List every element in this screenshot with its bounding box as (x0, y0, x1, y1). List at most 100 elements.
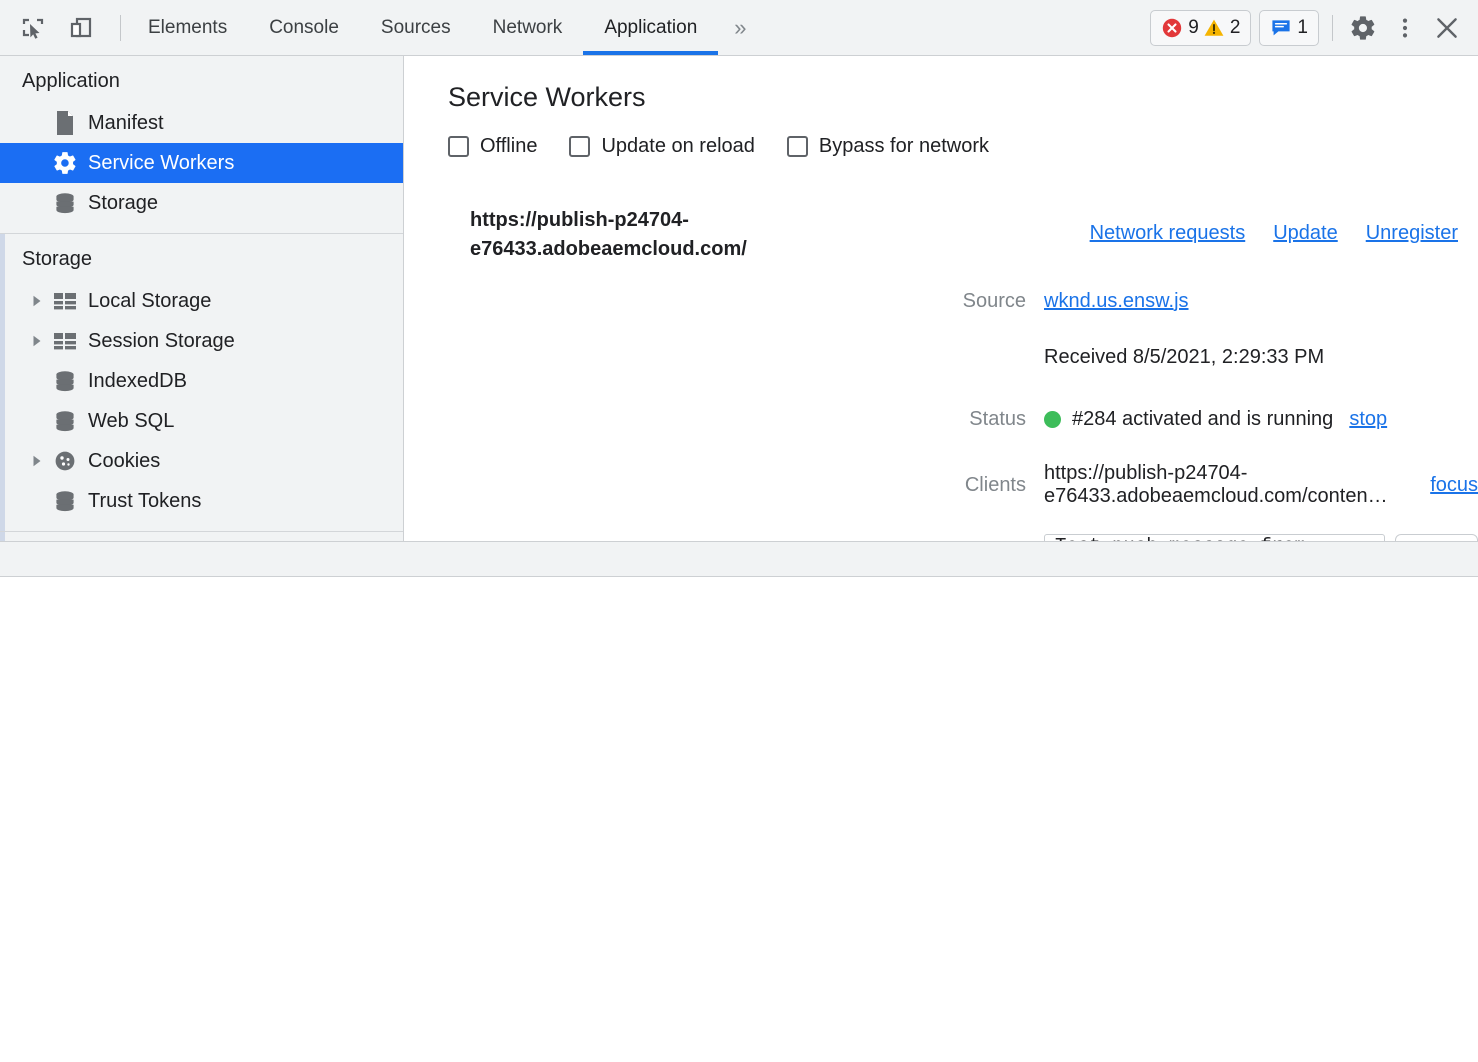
network-requests-link[interactable]: Network requests (1090, 222, 1246, 245)
devtools-toolbar: Elements Console Sources Network Applica… (0, 0, 1478, 56)
push-row: Push Test push message from DevTools. Pu… (404, 534, 1478, 541)
table-icon (50, 290, 80, 312)
twisty-icon[interactable] (30, 294, 50, 308)
error-count: 9 (1188, 17, 1199, 39)
tab-network[interactable]: Network (472, 0, 584, 55)
source-file-link[interactable]: wknd.us.ensw.js (1044, 290, 1189, 313)
inspect-element-button[interactable] (16, 11, 50, 45)
sidebar-item-label: Web SQL (88, 411, 174, 431)
sidebar-item-manifest[interactable]: Manifest (0, 103, 403, 143)
sidebar-item-label: Local Storage (88, 291, 211, 311)
kebab-menu-icon (1392, 15, 1418, 41)
received-row: Received 8/5/2021, 2:29:33 PM (404, 340, 1478, 374)
status-text: #284 activated and is running (1072, 408, 1333, 431)
sidebar-group-cache: Cache Cache Storage Application Cache (0, 532, 403, 541)
gear-icon (50, 150, 80, 176)
registration-header-row: https://publish-p24704-e76433.adobeaemcl… (404, 206, 1478, 264)
sidebar-item-label: Trust Tokens (88, 491, 201, 511)
sidebar-group-application: Application Manifest Service Workers (0, 56, 403, 234)
update-on-reload-checkbox-row[interactable]: Update on reload (569, 135, 754, 158)
source-row: Source wknd.us.ensw.js (404, 284, 1478, 318)
sidebar-group-storage: Storage Local Storage Session Storage (0, 234, 403, 532)
update-on-reload-checkbox[interactable] (569, 136, 590, 157)
close-icon (1433, 14, 1461, 42)
service-worker-registration: https://publish-p24704-e76433.adobeaemcl… (404, 180, 1478, 541)
tab-console[interactable]: Console (248, 0, 360, 55)
service-workers-panel: Service Workers Offline Update on reload… (404, 56, 1478, 541)
error-counter[interactable]: 9 (1161, 17, 1199, 39)
tab-sources-label: Sources (381, 17, 451, 39)
sidebar-item-storage[interactable]: Storage (0, 183, 403, 223)
received-timestamp: Received 8/5/2021, 2:29:33 PM (1044, 346, 1324, 369)
bypass-for-network-label: Bypass for network (819, 135, 989, 158)
update-on-reload-label: Update on reload (601, 135, 754, 158)
sidebar-item-indexeddb[interactable]: IndexedDB (0, 361, 403, 401)
push-input[interactable]: Test push message from DevTools. (1044, 534, 1385, 541)
error-icon (1161, 17, 1183, 39)
message-counter[interactable]: 1 (1270, 17, 1308, 39)
more-options-button[interactable] (1388, 11, 1422, 45)
tab-application-label: Application (604, 17, 697, 39)
sidebar-item-label: Session Storage (88, 331, 235, 351)
twisty-icon[interactable] (30, 454, 50, 468)
sidebar-item-label: IndexedDB (88, 371, 187, 391)
clients-row: Clients https://publish-p24704-e76433.ad… (404, 462, 1478, 508)
sidebar-group-title: Cache (0, 532, 403, 541)
device-toolbar-icon (68, 15, 94, 41)
device-toolbar-button[interactable] (64, 11, 98, 45)
warning-counter[interactable]: 2 (1203, 17, 1241, 39)
tab-application[interactable]: Application (583, 0, 718, 55)
registration-scope-url: https://publish-p24704-e76433.adobeaemcl… (470, 206, 830, 264)
push-button[interactable]: Push (1395, 534, 1478, 541)
update-link[interactable]: Update (1273, 222, 1338, 245)
sidebar-item-trust-tokens[interactable]: Trust Tokens (0, 481, 403, 521)
sidebar-item-local-storage[interactable]: Local Storage (0, 281, 403, 321)
sidebar-group-title: Storage (0, 234, 403, 281)
cookie-icon (50, 449, 80, 473)
database-icon (50, 369, 80, 393)
table-icon (50, 330, 80, 352)
status-label: Status (404, 408, 1044, 431)
application-sidebar: Application Manifest Service Workers (0, 56, 404, 541)
tab-console-label: Console (269, 17, 339, 39)
tab-elements[interactable]: Elements (127, 0, 248, 55)
devtools-window: Elements Console Sources Network Applica… (0, 0, 1478, 1062)
warning-count: 2 (1230, 17, 1241, 39)
twisty-icon[interactable] (30, 334, 50, 348)
toolbar-left-controls (0, 0, 127, 55)
offline-checkbox[interactable] (448, 136, 469, 157)
issues-message-group[interactable]: 1 (1259, 10, 1319, 46)
source-label: Source (404, 290, 1044, 313)
panel-tabs: Elements Console Sources Network Applica… (127, 0, 763, 55)
tab-network-label: Network (493, 17, 563, 39)
sidebar-item-service-workers[interactable]: Service Workers (0, 143, 403, 183)
close-devtools-button[interactable] (1430, 11, 1464, 45)
more-tabs-button[interactable]: » (718, 0, 762, 55)
settings-button[interactable] (1346, 11, 1380, 45)
sidebar-item-label: Cookies (88, 451, 160, 471)
clients-label: Clients (404, 474, 1044, 497)
drawer-bar[interactable] (0, 541, 1478, 577)
offline-checkbox-row[interactable]: Offline (448, 135, 537, 158)
tab-sources[interactable]: Sources (360, 0, 472, 55)
sidebar-item-label: Storage (88, 193, 158, 213)
stop-link[interactable]: stop (1349, 408, 1387, 431)
tab-elements-label: Elements (148, 17, 227, 39)
inspect-element-icon (20, 15, 46, 41)
toolbar-right-controls: 9 2 1 (1150, 0, 1478, 55)
drawer-content (0, 577, 1478, 1062)
sidebar-item-cookies[interactable]: Cookies (0, 441, 403, 481)
bypass-for-network-checkbox-row[interactable]: Bypass for network (787, 135, 989, 158)
bypass-for-network-checkbox[interactable] (787, 136, 808, 157)
document-icon (50, 110, 80, 136)
sidebar-item-label: Manifest (88, 113, 164, 133)
client-url: https://publish-p24704-e76433.adobeaemcl… (1044, 462, 1408, 508)
issues-counter-group[interactable]: 9 2 (1150, 10, 1251, 46)
service-workers-header: Service Workers Offline Update on reload… (404, 56, 1478, 180)
focus-link[interactable]: focus (1430, 474, 1478, 497)
registration-actions: Network requests Update Unregister (1090, 206, 1468, 245)
sidebar-item-web-sql[interactable]: Web SQL (0, 401, 403, 441)
unregister-link[interactable]: Unregister (1366, 222, 1458, 245)
sidebar-item-session-storage[interactable]: Session Storage (0, 321, 403, 361)
gear-icon (1349, 14, 1377, 42)
